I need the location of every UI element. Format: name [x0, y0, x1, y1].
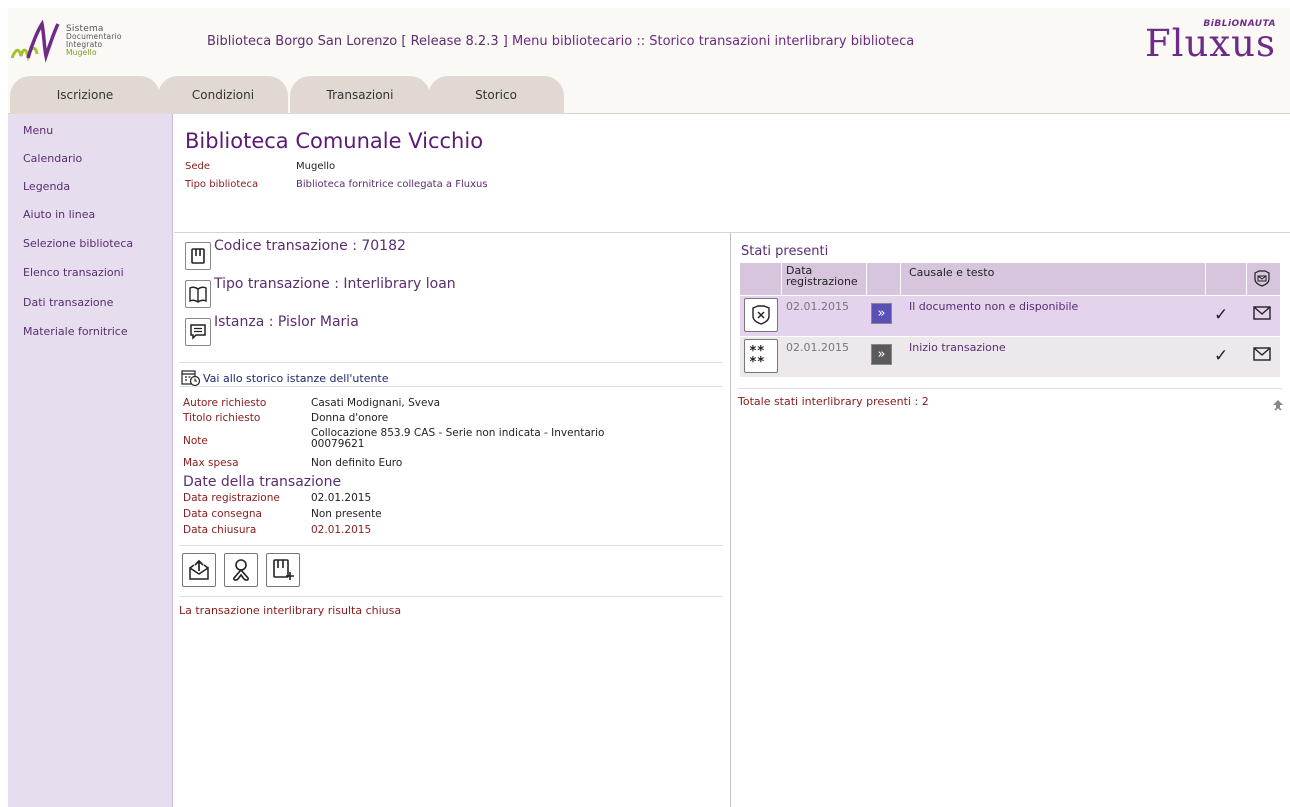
user-icon — [233, 559, 249, 581]
back-to-top-icon[interactable] — [1272, 399, 1284, 416]
library-name: Biblioteca Comunale Vicchio — [185, 129, 484, 153]
message-icon — [185, 318, 211, 346]
logo-text: Sistema Documentario Integrato Mugello — [66, 24, 122, 57]
title-section: Menu bibliotecario :: Storico transazion… — [511, 34, 915, 49]
tab-transazioni[interactable]: Transazioni — [290, 76, 430, 114]
divider — [738, 388, 1282, 389]
row-text: Il documento non e disponibile — [909, 300, 1079, 313]
closed-status-message: La transazione interlibrary risulta chiu… — [179, 604, 402, 617]
storico-link-text: Vai allo storico istanze dell'utente — [203, 371, 389, 385]
tab-iscrizione[interactable]: Iscrizione — [10, 76, 160, 114]
sidebar-item-dati-transazione[interactable]: Dati transazione — [23, 296, 113, 309]
totale-stati: Totale stati interlibrary presenti : 2 — [738, 395, 929, 408]
page-title: Biblioteca Borgo San Lorenzo [ Release 8… — [207, 34, 914, 49]
app-frame: Sistema Documentario Integrato Mugello B… — [8, 8, 1290, 807]
storico-istanze-link[interactable]: Vai allo storico istanze dell'utente — [181, 369, 389, 387]
divider — [179, 545, 723, 546]
panel-divider — [730, 233, 731, 807]
fluxus-logo: Fluxus BiBLiONAUTA — [1130, 14, 1276, 65]
shield-x-icon — [744, 298, 778, 332]
sede-value: Mugello — [296, 161, 336, 172]
add-document-button[interactable] — [266, 553, 300, 587]
divider — [174, 232, 1290, 233]
title-library: Biblioteca Borgo San Lorenzo [ Release 8… — [207, 34, 508, 49]
mail-icon[interactable] — [1253, 347, 1271, 364]
tipo-value: Biblioteca fornitrice collegata a Fluxus — [296, 179, 488, 190]
sidebar-item-menu[interactable]: Menu — [23, 124, 53, 137]
check-icon: ✓ — [1214, 346, 1229, 366]
sidebar-item-selezione-biblioteca[interactable]: Selezione biblioteca — [23, 237, 133, 250]
expand-arrow-button[interactable]: » — [871, 344, 892, 365]
calendar-clock-icon — [181, 370, 201, 387]
shield-mail-icon[interactable] — [1253, 269, 1271, 290]
sidebar-item-calendario[interactable]: Calendario — [23, 152, 82, 165]
document-icon — [185, 242, 211, 270]
row-date: 02.01.2015 — [786, 300, 849, 313]
svg-text:**: ** — [749, 355, 765, 367]
divider — [179, 386, 723, 387]
expand-arrow-button[interactable]: » — [871, 303, 892, 324]
stati-title: Stati presenti — [741, 244, 829, 259]
mail-upload-icon — [189, 559, 209, 580]
col-header-causale: Causale e testo — [909, 266, 995, 279]
sidebar-item-materiale-fornitrice[interactable]: Materiale fornitrice — [23, 325, 128, 338]
main-tabs: Iscrizione Condizioni Transazioni Storic… — [8, 74, 1290, 114]
sidebar-item-elenco-transazioni[interactable]: Elenco transazioni — [23, 266, 124, 279]
sidebar-item-aiuto[interactable]: Aiuto in linea — [23, 208, 95, 221]
sidebar-item-legenda[interactable]: Legenda — [23, 180, 70, 193]
row-text: Inizio transazione — [909, 341, 1006, 354]
transaction-istanza-row: Istanza : Pislor Maria — [185, 314, 359, 346]
tipo-label: Tipo biblioteca — [185, 179, 259, 190]
logo-mark-icon — [10, 19, 60, 63]
transaction-istanza: Istanza : Pislor Maria — [214, 314, 359, 330]
sede-label: Sede — [185, 161, 210, 172]
table-row: 02.01.2015 » Il documento non e disponib… — [740, 296, 1280, 336]
col-header-date: Data registrazione — [786, 264, 858, 288]
biblionauta-badge: BiBLiONAUTA — [1203, 19, 1276, 29]
transaction-code-row: Codice transazione : 70182 — [185, 238, 406, 270]
tab-condizioni[interactable]: Condizioni — [158, 76, 288, 114]
mail-icon[interactable] — [1253, 306, 1271, 323]
row-date: 02.01.2015 — [786, 341, 849, 354]
divider — [179, 362, 723, 363]
sdiam-logo[interactable]: Sistema Documentario Integrato Mugello — [10, 12, 172, 70]
transaction-code: Codice transazione : 70182 — [214, 238, 406, 254]
send-mail-button[interactable] — [182, 553, 216, 587]
dates-section-title: Date della transazione — [183, 474, 342, 490]
document-plus-icon — [273, 559, 294, 580]
asterisks-icon: ** ** — [744, 339, 778, 373]
table-header: Data registrazione Causale e testo — [740, 263, 1280, 295]
sidebar: Menu Calendario Legenda Aiuto in linea S… — [8, 114, 173, 807]
table-row: ** ** 02.01.2015 » Inizio transazione ✓ — [740, 337, 1280, 377]
transaction-type-row: Tipo transazione : Interlibrary loan — [185, 276, 456, 308]
header: Sistema Documentario Integrato Mugello B… — [8, 8, 1290, 74]
user-button[interactable] — [224, 553, 258, 587]
check-icon: ✓ — [1214, 305, 1229, 325]
open-book-icon — [185, 280, 211, 308]
divider — [179, 596, 723, 597]
transaction-type: Tipo transazione : Interlibrary loan — [214, 276, 456, 292]
tab-storico[interactable]: Storico — [428, 76, 564, 114]
